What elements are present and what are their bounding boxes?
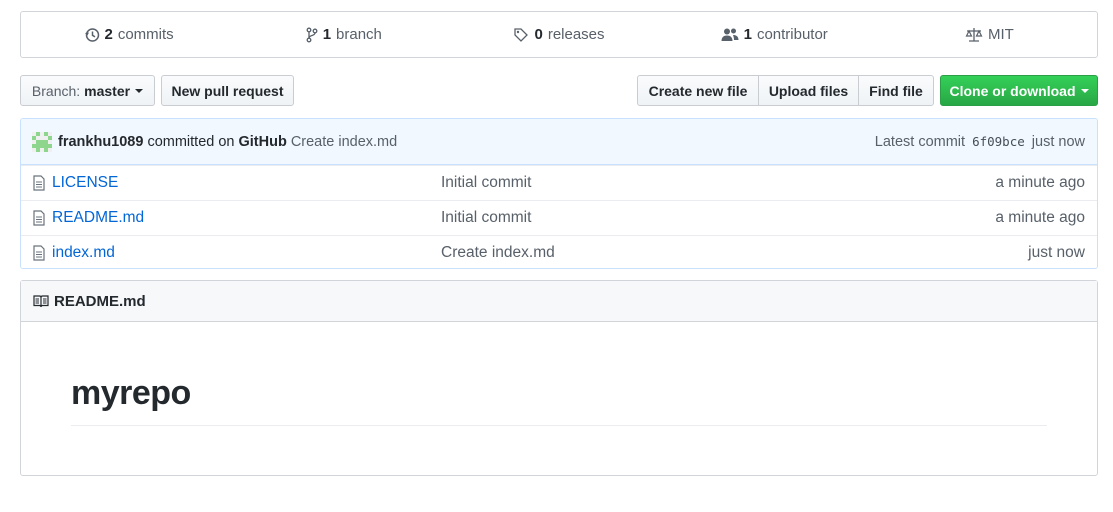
tag-icon [514,27,529,42]
commits-link[interactable]: 2 commits [21,26,236,43]
file-age: just now [1028,244,1085,261]
file-name[interactable]: README.md [52,209,441,227]
caret-down-icon [135,88,144,93]
file-age: a minute ago [995,209,1085,226]
releases-count: 0 [534,26,543,43]
license-link[interactable]: MIT [882,26,1097,43]
file-icon [33,245,47,261]
contributors-label: contributor [756,26,828,43]
license-label: MIT [988,26,1014,43]
contributors-link[interactable]: 1 contributor [667,26,882,43]
commits-label: commits [117,26,174,43]
commit-sha[interactable]: 6f09bce [972,134,1025,149]
find-file-button[interactable]: Find file [858,75,934,106]
file-icon [33,175,47,191]
latest-commit-label: Latest commit [874,133,966,150]
branches-link[interactable]: 1 branch [236,26,451,43]
file-row: LICENSE Initial commit a minute ago [21,165,1097,200]
branch-prefix: Branch: [31,82,81,99]
readme-panel: README.md myrepo [20,280,1098,476]
git-branch-icon [306,27,318,42]
history-icon [84,27,99,42]
law-icon [965,27,983,42]
repo-summary-bar: 2 commits 1 branch 0 releases 1 contribu… [20,11,1098,58]
commit-message[interactable]: Create index.md [291,134,397,150]
readme-header: README.md [21,281,1097,322]
file-actions-group: Create new file Upload files Find file [637,75,934,106]
branch-name: master [84,82,131,99]
commit-author[interactable]: frankhu1089 [58,134,143,150]
caret-down-icon [1080,88,1089,93]
latest-commit-info: Latest commit 6f09bce just now [875,134,1085,150]
people-icon [721,28,739,41]
branch-select-button[interactable]: Branch: master [20,75,155,106]
releases-label: releases [547,26,605,43]
readme-heading: myrepo [71,374,1047,426]
file-name[interactable]: LICENSE [52,174,441,192]
contributors-count: 1 [743,26,752,43]
file-name[interactable]: index.md [52,244,441,262]
clone-or-download-button[interactable]: Clone or download [940,75,1098,106]
file-row: index.md Create index.md just now [21,235,1097,268]
commit-time: just now [1031,133,1085,150]
releases-link[interactable]: 0 releases [451,26,666,43]
file-age: a minute ago [995,174,1085,191]
file-commit-message[interactable]: Initial commit [441,174,995,192]
branches-count: 1 [322,26,332,43]
file-row: README.md Initial commit a minute ago [21,200,1097,235]
create-new-file-button[interactable]: Create new file [637,75,759,106]
commits-count: 2 [104,26,113,43]
latest-commit-bar: frankhu1089 committed on GitHub Create i… [21,119,1097,165]
new-pull-request-button[interactable]: New pull request [161,75,294,106]
readme-filename[interactable]: README.md [54,293,146,310]
avatar[interactable] [32,131,52,152]
file-icon [33,210,47,226]
book-icon [33,295,49,308]
readme-content: myrepo [21,374,1097,426]
file-commit-message[interactable]: Create index.md [441,244,1028,262]
file-list: frankhu1089 committed on GitHub Create i… [20,118,1098,269]
commit-platform: GitHub [238,133,287,150]
branches-label: branch [336,26,382,43]
clone-label: Clone or download [949,82,1076,99]
upload-files-button[interactable]: Upload files [758,75,859,106]
committed-on-text: committed on [147,133,235,150]
file-commit-message[interactable]: Initial commit [441,209,995,227]
